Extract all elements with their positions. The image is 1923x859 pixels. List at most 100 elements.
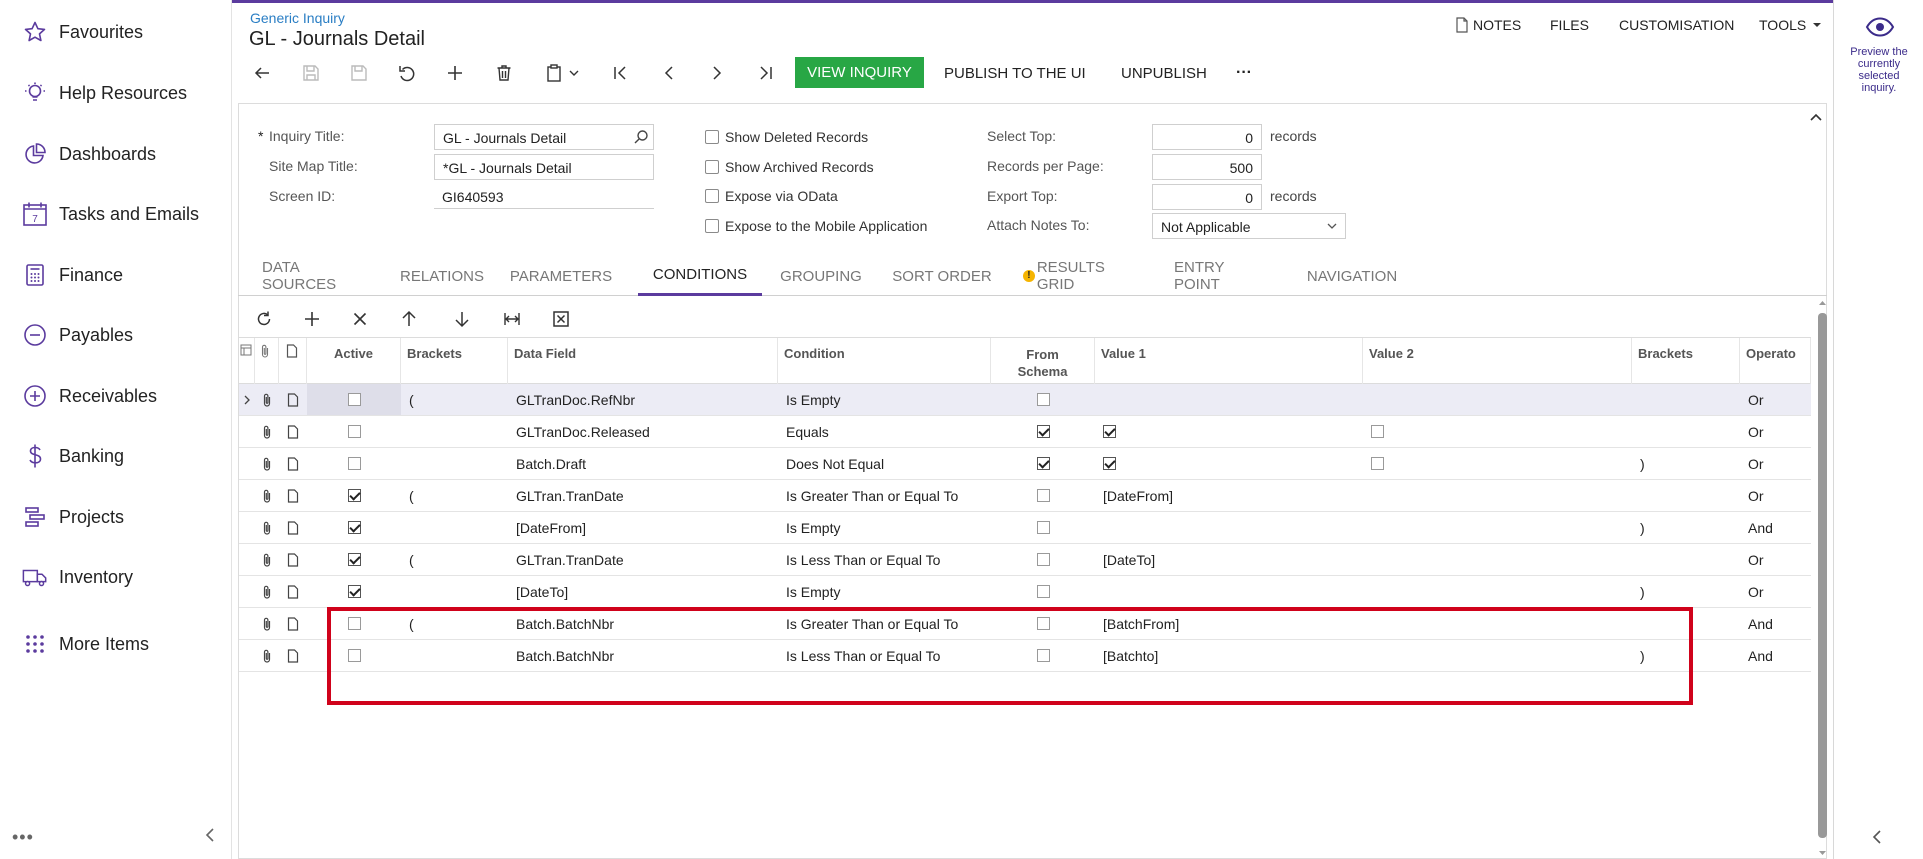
- checkbox[interactable]: [1036, 489, 1050, 502]
- operator-cell[interactable]: Or: [1740, 576, 1811, 607]
- active-column-header[interactable]: Active: [307, 338, 401, 384]
- inquiry-title-field[interactable]: GL - Journals Detail: [434, 124, 654, 150]
- value2-cell[interactable]: [1363, 608, 1632, 639]
- close-brackets-column-header[interactable]: Brackets: [1632, 338, 1740, 384]
- files-link[interactable]: FILES: [1550, 17, 1589, 33]
- checkbox[interactable]: [347, 617, 361, 630]
- from-schema-cell[interactable]: [991, 512, 1095, 543]
- condition-cell[interactable]: Is Empty: [778, 384, 991, 415]
- previous-record-button[interactable]: [654, 58, 684, 88]
- delete-row-button[interactable]: [345, 304, 375, 334]
- tab-relations[interactable]: RELATIONS: [400, 256, 484, 296]
- note-cell[interactable]: [279, 480, 307, 511]
- condition-cell[interactable]: Is Less Than or Equal To: [778, 544, 991, 575]
- from-schema-cell[interactable]: [991, 384, 1095, 415]
- tools-menu[interactable]: TOOLS: [1759, 17, 1823, 33]
- eye-icon[interactable]: [1865, 16, 1895, 38]
- collapse-left-icon[interactable]: [1870, 828, 1886, 846]
- note-cell[interactable]: [279, 448, 307, 479]
- attachment-cell[interactable]: [255, 448, 279, 479]
- data-field-cell[interactable]: Batch.BatchNbr: [508, 608, 778, 639]
- table-row[interactable]: Batch.BatchNbr Is Less Than or Equal To [B…: [239, 640, 1811, 672]
- value1-cell[interactable]: [1095, 576, 1363, 607]
- attachment-cell[interactable]: [255, 512, 279, 543]
- collapse-up-icon[interactable]: [1809, 112, 1823, 124]
- close-bracket-cell[interactable]: ): [1632, 448, 1740, 479]
- checkbox[interactable]: [1103, 425, 1116, 438]
- value1-cell[interactable]: [1095, 512, 1363, 543]
- nav-item-projects[interactable]: Projects: [0, 497, 232, 537]
- checkbox[interactable]: [1036, 553, 1050, 566]
- nav-item-inventory[interactable]: Inventory: [0, 557, 232, 597]
- operator-cell[interactable]: And: [1740, 608, 1811, 639]
- tab-entry-point[interactable]: ENTRY POINT: [1174, 256, 1270, 296]
- open-bracket-cell[interactable]: (: [401, 608, 508, 639]
- checkbox[interactable]: [1036, 649, 1050, 662]
- attachment-cell[interactable]: [255, 480, 279, 511]
- row-selector[interactable]: [239, 448, 255, 479]
- checkbox[interactable]: [347, 585, 361, 598]
- scroll-up-icon[interactable]: [1818, 299, 1827, 307]
- data-field-cell[interactable]: GLTran.TranDate: [508, 544, 778, 575]
- checkbox[interactable]: [347, 457, 361, 470]
- active-cell[interactable]: [307, 416, 401, 447]
- active-cell[interactable]: [307, 544, 401, 575]
- show-deleted-checkbox[interactable]: Show Deleted Records: [705, 129, 868, 145]
- nav-item-tasks-and-emails[interactable]: 7 Tasks and Emails: [0, 194, 232, 234]
- nav-item-banking[interactable]: Banking: [0, 436, 232, 476]
- operator-cell[interactable]: And: [1740, 512, 1811, 543]
- operator-cell[interactable]: Or: [1740, 544, 1811, 575]
- checkbox[interactable]: [1036, 457, 1050, 470]
- attachment-cell[interactable]: [255, 576, 279, 607]
- show-archived-checkbox[interactable]: Show Archived Records: [705, 159, 874, 175]
- scroll-down-icon[interactable]: [1818, 849, 1827, 857]
- active-cell[interactable]: [307, 512, 401, 543]
- close-bracket-cell[interactable]: ): [1632, 576, 1740, 607]
- collapse-left-icon[interactable]: [202, 825, 218, 848]
- row-selector[interactable]: [239, 544, 255, 575]
- tab-sort-order[interactable]: SORT ORDER: [892, 256, 992, 296]
- open-bracket-cell[interactable]: [401, 416, 508, 447]
- checkbox[interactable]: [1036, 393, 1050, 406]
- table-row[interactable]: GLTranDoc.Released Equals Or: [239, 416, 1811, 448]
- table-row[interactable]: [DateTo] Is Empty) Or: [239, 576, 1811, 608]
- value2-cell[interactable]: [1363, 576, 1632, 607]
- condition-cell[interactable]: Is Greater Than or Equal To: [778, 480, 991, 511]
- export-top-field[interactable]: 0: [1152, 184, 1262, 210]
- value1-cell[interactable]: [1095, 416, 1363, 447]
- data-field-cell[interactable]: GLTranDoc.RefNbr: [508, 384, 778, 415]
- data-field-cell[interactable]: GLTran.TranDate: [508, 480, 778, 511]
- value1-cell[interactable]: [DateFrom]: [1095, 480, 1363, 511]
- checkbox[interactable]: [347, 393, 361, 406]
- condition-cell[interactable]: Is Less Than or Equal To: [778, 640, 991, 671]
- operator-cell[interactable]: And: [1740, 640, 1811, 671]
- close-bracket-cell[interactable]: [1632, 384, 1740, 415]
- row-selector[interactable]: [239, 640, 255, 671]
- next-record-button[interactable]: [702, 58, 732, 88]
- value1-cell[interactable]: [Batchto]: [1095, 640, 1363, 671]
- checkbox[interactable]: [1036, 425, 1050, 438]
- condition-cell[interactable]: Is Greater Than or Equal To: [778, 608, 991, 639]
- close-bracket-cell[interactable]: ): [1632, 512, 1740, 543]
- column-config-icon[interactable]: [240, 344, 252, 356]
- checkbox[interactable]: [1036, 617, 1050, 630]
- add-button[interactable]: [440, 58, 470, 88]
- table-row[interactable]: (GLTran.TranDate Is Greater Than or Equal…: [239, 480, 1811, 512]
- checkbox[interactable]: [347, 425, 361, 438]
- checkbox[interactable]: [1103, 457, 1116, 470]
- table-row[interactable]: Batch.Draft Does Not Equal) Or: [239, 448, 1811, 480]
- open-bracket-cell[interactable]: (: [401, 544, 508, 575]
- value2-cell[interactable]: [1363, 480, 1632, 511]
- open-bracket-cell[interactable]: [401, 576, 508, 607]
- close-bracket-cell[interactable]: [1632, 544, 1740, 575]
- attachment-cell[interactable]: [255, 544, 279, 575]
- site-map-title-field[interactable]: *GL - Journals Detail: [434, 154, 654, 180]
- undo-button[interactable]: [392, 58, 422, 88]
- row-selector[interactable]: [239, 512, 255, 543]
- tab-conditions[interactable]: CONDITIONS: [638, 256, 762, 296]
- table-row[interactable]: (GLTran.TranDate Is Less Than or Equal To…: [239, 544, 1811, 576]
- save-close-button[interactable]: [296, 58, 326, 88]
- add-row-button[interactable]: [297, 304, 327, 334]
- value2-cell[interactable]: [1363, 448, 1632, 479]
- row-selector[interactable]: [239, 608, 255, 639]
